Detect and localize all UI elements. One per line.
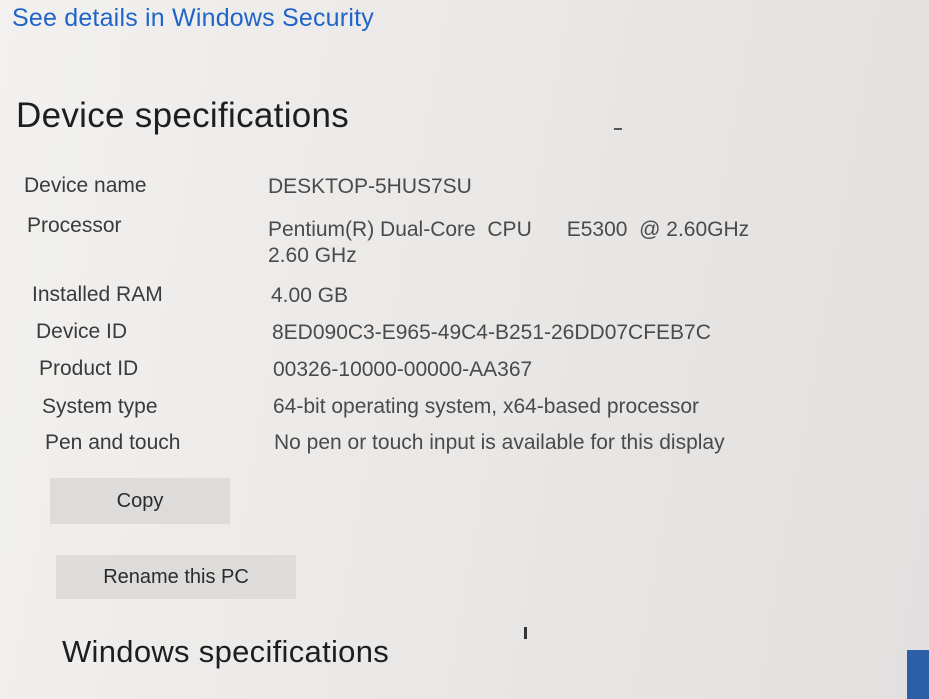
spec-value-line2: 2.60 GHz: [268, 244, 357, 267]
scrollbar-edge[interactable]: [907, 650, 929, 699]
spec-value: 64-bit operating system, x64-based proce…: [273, 395, 700, 418]
spec-label: Processor: [27, 214, 122, 237]
spec-label: Pen and touch: [45, 431, 181, 454]
spec-label: System type: [42, 395, 158, 418]
windows-specifications-heading: Windows specifications: [62, 634, 390, 669]
spec-value: 00326-10000-00000-AA367: [273, 358, 533, 381]
about-settings-page: See details in Windows Security Device s…: [0, 0, 929, 699]
spec-label: Device name: [24, 174, 147, 197]
divider-mark: [614, 128, 622, 130]
copy-button[interactable]: Copy: [50, 478, 230, 524]
rename-pc-button[interactable]: Rename this PC: [56, 555, 296, 599]
spec-value-line1: Pentium(R) Dual-Core CPU E5300 @ 2.60GHz: [268, 218, 750, 241]
spec-value: 8ED090C3-E965-49C4-B251-26DD07CFEB7C: [272, 321, 711, 344]
spec-label: Installed RAM: [32, 283, 163, 306]
spec-value: 4.00 GB: [271, 284, 349, 307]
windows-security-link[interactable]: See details in Windows Security: [12, 4, 374, 33]
spec-label: Device ID: [36, 320, 128, 343]
device-specifications-heading: Device specifications: [16, 96, 350, 135]
spec-value: DESKTOP-5HUS7SU: [268, 175, 472, 198]
mouse-cursor-icon: [524, 627, 527, 639]
spec-label: Product ID: [39, 357, 139, 380]
spec-value: No pen or touch input is available for t…: [274, 431, 725, 454]
spec-value: Pentium(R) Dual-Core CPU E5300 @ 2.60GHz…: [268, 218, 749, 268]
